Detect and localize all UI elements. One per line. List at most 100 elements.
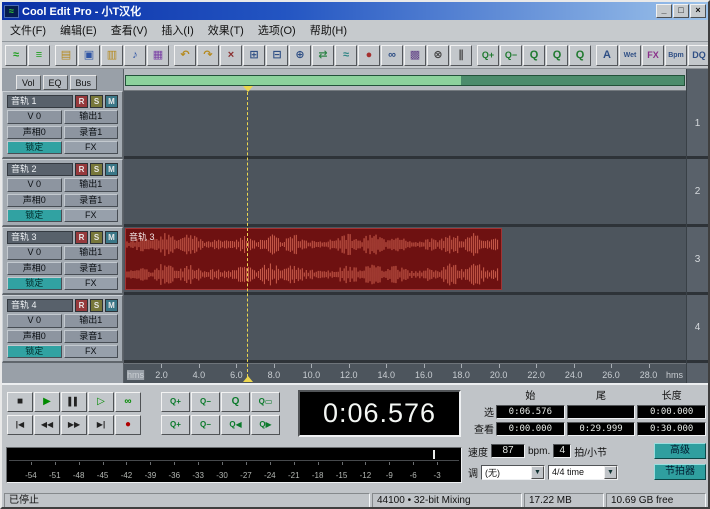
track-3-pan-button[interactable]: 声相0: [7, 261, 62, 275]
track-3-volume-button[interactable]: V 0: [7, 246, 62, 260]
menu-view[interactable]: 查看(V): [104, 20, 155, 41]
zoom-selection-toolbar-button[interactable]: Q: [523, 44, 545, 66]
info-field-1-2[interactable]: [566, 404, 636, 419]
play-from-cursor-button[interactable]: ▷: [88, 392, 114, 412]
track-1-volume-button[interactable]: V 0: [7, 110, 62, 124]
track-3-fx-button[interactable]: FX: [63, 276, 118, 290]
time-signature-arrow-icon[interactable]: ▼: [604, 465, 617, 479]
track-3-output-button[interactable]: 输出1: [63, 246, 118, 260]
playhead-top-marker-icon[interactable]: [242, 86, 253, 92]
playhead-line[interactable]: [246, 92, 248, 377]
loop-duplicate-button[interactable]: ∞: [381, 44, 403, 66]
go-to-start-button[interactable]: |◀: [7, 415, 33, 435]
info-field-1-1[interactable]: 0:06.576: [496, 404, 565, 419]
timeline-lane-4[interactable]: [124, 295, 686, 363]
zoom-out-toolbar-button[interactable]: Q−: [500, 44, 522, 66]
track-3-lock-button[interactable]: 锁定: [7, 276, 62, 290]
track-3-arm-button[interactable]: R: [75, 231, 88, 245]
open-file-button[interactable]: ▤: [55, 44, 77, 66]
track-1-fx-button[interactable]: FX: [63, 140, 118, 154]
advanced-button[interactable]: 高级: [654, 443, 706, 459]
redo-button[interactable]: ↷: [197, 44, 219, 66]
crossfade-button[interactable]: ⇄: [312, 44, 334, 66]
menu-options[interactable]: 选项(O): [251, 20, 303, 41]
track-4-output-button[interactable]: 输出1: [63, 314, 118, 328]
track-3-record-device-button[interactable]: 录音1: [63, 261, 118, 275]
title-bar[interactable]: ≈ Cool Edit Pro - 小T汉化 _ □ ×: [2, 2, 708, 20]
track-2-fx-button[interactable]: FX: [63, 208, 118, 222]
menu-effects[interactable]: 效果(T): [201, 20, 251, 41]
play-button[interactable]: ▶: [34, 392, 60, 412]
menu-file[interactable]: 文件(F): [3, 20, 53, 41]
insert-wave-button[interactable]: ♪: [124, 44, 146, 66]
track-2-volume-button[interactable]: V 0: [7, 178, 62, 192]
tab-vol[interactable]: Vol: [16, 75, 41, 90]
timeline-lane-3[interactable]: 音轨 3: [124, 227, 686, 295]
fx-rack-button[interactable]: FX: [642, 44, 664, 66]
track-4-record-device-button[interactable]: 录音1: [63, 329, 118, 343]
close-button[interactable]: ×: [690, 4, 706, 18]
punch-in-button[interactable]: ●: [358, 44, 380, 66]
track-4-lock-button[interactable]: 锁定: [7, 344, 62, 358]
playhead-bottom-marker-icon[interactable]: [242, 376, 253, 382]
zoom-out-full-button[interactable]: Q: [221, 392, 250, 412]
cut-clip-button[interactable]: ×: [220, 44, 242, 66]
zoom-right-edge-button[interactable]: Q▶: [251, 415, 280, 435]
time-signature-dropdown[interactable]: 4/4 time ▼: [548, 464, 618, 480]
track-3-solo-button[interactable]: S: [90, 231, 103, 245]
track-1-output-button[interactable]: 输出1: [63, 110, 118, 124]
quantize-button[interactable]: DQ: [688, 44, 708, 66]
copy-clip-button[interactable]: ⊞: [243, 44, 265, 66]
track-1-pan-button[interactable]: 声相0: [7, 125, 62, 139]
track-2-record-device-button[interactable]: 录音1: [63, 193, 118, 207]
paste-clip-button[interactable]: ⊟: [266, 44, 288, 66]
key-dropdown-arrow-icon[interactable]: ▼: [531, 465, 544, 479]
info-field-2-1[interactable]: 0:00.000: [496, 421, 565, 436]
wet-dry-envelope-button[interactable]: Wet: [619, 44, 641, 66]
save-session-button[interactable]: ▣: [78, 44, 100, 66]
lock-clip-time-button[interactable]: ⊗: [427, 44, 449, 66]
bpm-dialog-button[interactable]: Bpm: [665, 44, 687, 66]
maximize-button[interactable]: □: [673, 4, 689, 18]
fast-forward-button[interactable]: ▶▶: [61, 415, 87, 435]
zoom-to-selection-button[interactable]: Q▭: [251, 392, 280, 412]
track-1-solo-button[interactable]: S: [90, 95, 103, 109]
metronome-button[interactable]: 节拍器: [654, 464, 706, 480]
track-2-lock-button[interactable]: 锁定: [7, 208, 62, 222]
track-4-fx-button[interactable]: FX: [63, 344, 118, 358]
zoom-left-edge-button[interactable]: Q◀: [221, 415, 250, 435]
multitrack-view-button[interactable]: ≡: [28, 44, 50, 66]
zoom-out-vertical-button[interactable]: Q−: [191, 415, 220, 435]
track-2-solo-button[interactable]: S: [90, 163, 103, 177]
track-2-output-button[interactable]: 输出1: [63, 178, 118, 192]
track-2-arm-button[interactable]: R: [75, 163, 88, 177]
track-4-volume-button[interactable]: V 0: [7, 314, 62, 328]
volume-envelope-button[interactable]: A: [596, 44, 618, 66]
export-mixdown-button[interactable]: ▦: [147, 44, 169, 66]
play-looped-button[interactable]: ∞: [115, 392, 141, 412]
menu-insert[interactable]: 插入(I): [154, 20, 200, 41]
menu-edit[interactable]: 编辑(E): [53, 20, 104, 41]
audio-clip[interactable]: 音轨 3: [125, 228, 502, 290]
track-4-arm-button[interactable]: R: [75, 299, 88, 313]
mix-paste-button[interactable]: ⊕: [289, 44, 311, 66]
record-button[interactable]: ●: [115, 415, 141, 435]
zoom-out-horizontal-button[interactable]: Q−: [191, 392, 220, 412]
stop-button[interactable]: ■: [7, 392, 33, 412]
track-3-name[interactable]: 音轨 3: [7, 231, 73, 245]
track-2-name[interactable]: 音轨 2: [7, 163, 73, 177]
track-2-mute-button[interactable]: M: [105, 163, 118, 177]
zoom-prev-button[interactable]: Q: [546, 44, 568, 66]
track-2-pan-button[interactable]: 声相0: [7, 193, 62, 207]
tempo-value-field[interactable]: 87: [491, 444, 525, 458]
track-4-solo-button[interactable]: S: [90, 299, 103, 313]
go-to-end-button[interactable]: ▶|: [88, 415, 114, 435]
group-clips-button[interactable]: ▩: [404, 44, 426, 66]
edit-waveform-view-button[interactable]: ≈: [5, 44, 27, 66]
track-1-arm-button[interactable]: R: [75, 95, 88, 109]
tab-eq[interactable]: EQ: [42, 75, 68, 90]
track-1-record-device-button[interactable]: 录音1: [63, 125, 118, 139]
horizontal-range-bar[interactable]: [125, 75, 685, 86]
track-4-mute-button[interactable]: M: [105, 299, 118, 313]
key-dropdown[interactable]: (无) ▼: [481, 464, 545, 480]
